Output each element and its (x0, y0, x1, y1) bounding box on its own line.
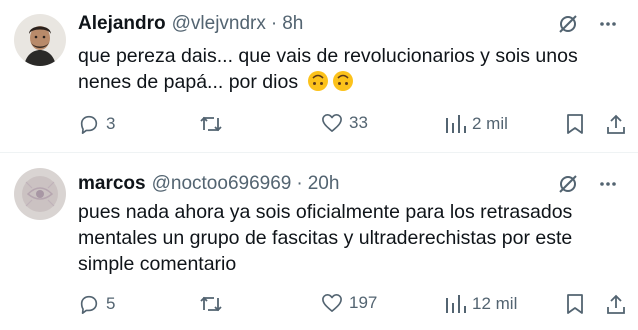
grok-icon[interactable] (556, 172, 580, 196)
avatar[interactable] (14, 168, 66, 220)
timeline: Alejandro @vlejvndrx · 8h que pereza dai… (0, 0, 638, 330)
user-handle[interactable]: @vlejvndrx (172, 13, 266, 35)
tweet-text: pues nada ahora ya sois oficialmente par… (78, 199, 618, 277)
upside-down-face-emoji (332, 70, 354, 99)
separator: · (270, 13, 278, 34)
tweet-header: marcos @noctoo696969 · 20h (78, 171, 618, 197)
tweet-header-actions (556, 11, 618, 37)
share-icon (607, 294, 625, 314)
bookmark-icon (567, 294, 583, 314)
bookmark-icon (567, 114, 583, 134)
tweet-header-actions (556, 171, 618, 197)
tweet-text-line: que pereza dais... que vais de revolucio… (78, 45, 578, 67)
retweet-icon (200, 116, 222, 132)
share-button[interactable] (606, 293, 626, 315)
tweet-text-line: pues nada ahora ya sois oficialmente par… (78, 201, 573, 223)
share-icon (607, 114, 625, 134)
tweet-text-line: mentales un grupo de fascitas y ultrader… (78, 227, 573, 249)
more-icon[interactable] (598, 174, 618, 194)
more-icon[interactable] (598, 14, 618, 34)
display-name[interactable]: Alejandro (78, 13, 166, 35)
views-icon (446, 115, 466, 133)
reply-icon (80, 295, 98, 314)
tweet[interactable]: Alejandro @vlejvndrx · 8h que pereza dai… (0, 0, 638, 153)
tweet-text-line: simple comentario (78, 253, 237, 275)
like-count: 33 (349, 113, 368, 132)
timestamp[interactable]: 8h (282, 13, 303, 35)
reply-icon (80, 115, 98, 134)
views-icon (446, 295, 466, 313)
reply-button[interactable]: 3 (78, 113, 115, 135)
tweet[interactable]: marcos @noctoo696969 · 20h pues nada aho… (0, 154, 638, 330)
view-count: 2 mil (472, 114, 508, 133)
upside-down-face-emoji (307, 70, 329, 99)
user-handle[interactable]: @noctoo696969 (152, 173, 292, 195)
tweet-actions: 3 33 2 mil (78, 113, 638, 137)
like-count: 197 (349, 293, 378, 312)
view-count: 12 mil (472, 294, 518, 313)
share-button[interactable] (606, 113, 626, 135)
display-name[interactable]: marcos (78, 173, 146, 195)
like-button[interactable]: 197 (321, 293, 377, 313)
grok-icon[interactable] (556, 12, 580, 36)
retweet-button[interactable] (199, 293, 229, 315)
views-button[interactable]: 12 mil (444, 293, 517, 315)
reply-button[interactable]: 5 (78, 293, 115, 315)
timestamp[interactable]: 20h (308, 173, 340, 195)
like-icon (322, 294, 342, 312)
bookmark-button[interactable] (566, 293, 584, 315)
avatar-photo (14, 14, 66, 66)
like-button[interactable]: 33 (321, 113, 368, 133)
avatar-image (14, 168, 66, 220)
bookmark-button[interactable] (566, 113, 584, 135)
tweet-header: Alejandro @vlejvndrx · 8h (78, 11, 618, 37)
retweet-icon (200, 296, 222, 312)
like-icon (322, 114, 342, 132)
reply-count: 5 (106, 294, 116, 313)
reply-count: 3 (106, 114, 116, 133)
separator: · (296, 173, 303, 194)
tweet-actions: 5 197 12 mil (78, 293, 638, 317)
avatar[interactable] (14, 14, 66, 66)
retweet-button[interactable] (199, 113, 229, 135)
views-button[interactable]: 2 mil (444, 113, 508, 135)
tweet-text-line: nenes de papá... por dios (78, 71, 299, 93)
tweet-text: que pereza dais... que vais de revolucio… (78, 43, 618, 99)
